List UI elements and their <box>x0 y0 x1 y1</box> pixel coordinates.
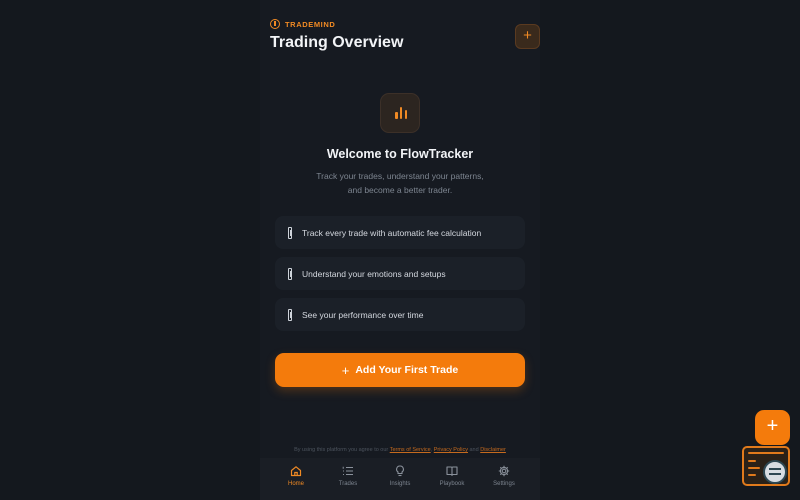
tab-settings[interactable]: Settings <box>479 458 529 500</box>
feature-text: Understand your emotions and setups <box>302 268 446 279</box>
welcome-subtitle: Track your trades, understand your patte… <box>300 169 500 197</box>
feature-marker-icon <box>288 226 292 239</box>
tab-playbook[interactable]: Playbook <box>427 458 477 500</box>
welcome-subtitle-line: Track your trades, understand your patte… <box>316 171 484 181</box>
legal-separator: , <box>430 447 433 453</box>
tab-insights[interactable]: Insights <box>375 458 425 500</box>
book-icon <box>446 466 458 477</box>
feature-card: See your performance over time <box>275 298 525 331</box>
header: TRADEMIND Trading Overview + <box>270 18 540 58</box>
welcome-subtitle-line: and become a better trader. <box>347 185 453 195</box>
legal-and: and <box>469 447 479 453</box>
bottom-tab-bar: Home Trades Insights Playbook Settings <box>260 458 540 500</box>
disclaimer-link[interactable]: Disclaimer <box>480 447 506 453</box>
feature-card: Track every trade with automatic fee cal… <box>275 216 525 249</box>
tab-label: Settings <box>493 481 515 487</box>
tab-home[interactable]: Home <box>271 458 321 500</box>
brand-name: TRADEMIND <box>285 19 336 29</box>
tab-label: Home <box>287 481 304 487</box>
add-first-trade-button[interactable]: + Add Your First Trade <box>275 353 525 387</box>
header-add-button[interactable]: + <box>515 24 540 49</box>
feature-text: Track every trade with automatic fee cal… <box>302 227 482 238</box>
magnifier-icon <box>763 460 787 484</box>
floating-add-button[interactable]: + <box>755 410 790 445</box>
legal-notice: By using this platform you agree to our … <box>260 447 540 453</box>
bar-chart-icon <box>380 93 420 133</box>
add-first-trade-label: Add Your First Trade <box>355 364 459 376</box>
tab-label: Playbook <box>439 481 465 487</box>
gear-icon <box>498 465 510 477</box>
app-screen: TRADEMIND Trading Overview + Welcome to … <box>260 0 540 500</box>
tab-label: Trades <box>338 481 358 487</box>
lightbulb-icon <box>396 465 404 477</box>
welcome-title: Welcome to FlowTracker <box>326 147 474 161</box>
plus-icon: + <box>341 362 350 378</box>
tab-label: Insights <box>389 481 411 487</box>
tradebrand-icon <box>270 19 280 29</box>
devtools-widget-icon[interactable] <box>742 446 790 486</box>
terms-link[interactable]: Terms of Service <box>390 447 431 453</box>
privacy-link[interactable]: Privacy Policy <box>434 447 468 453</box>
legal-text: By using this platform you agree to our <box>294 447 389 453</box>
feature-text: See your performance over time <box>302 309 424 320</box>
page-title: Trading Overview <box>270 34 404 51</box>
feature-card: Understand your emotions and setups <box>275 257 525 290</box>
tab-trades[interactable]: Trades <box>323 458 373 500</box>
feature-marker-icon <box>288 308 292 321</box>
brand: TRADEMIND <box>270 18 530 30</box>
feature-marker-icon <box>288 267 292 280</box>
home-icon <box>290 466 302 477</box>
list-icon <box>342 466 353 476</box>
